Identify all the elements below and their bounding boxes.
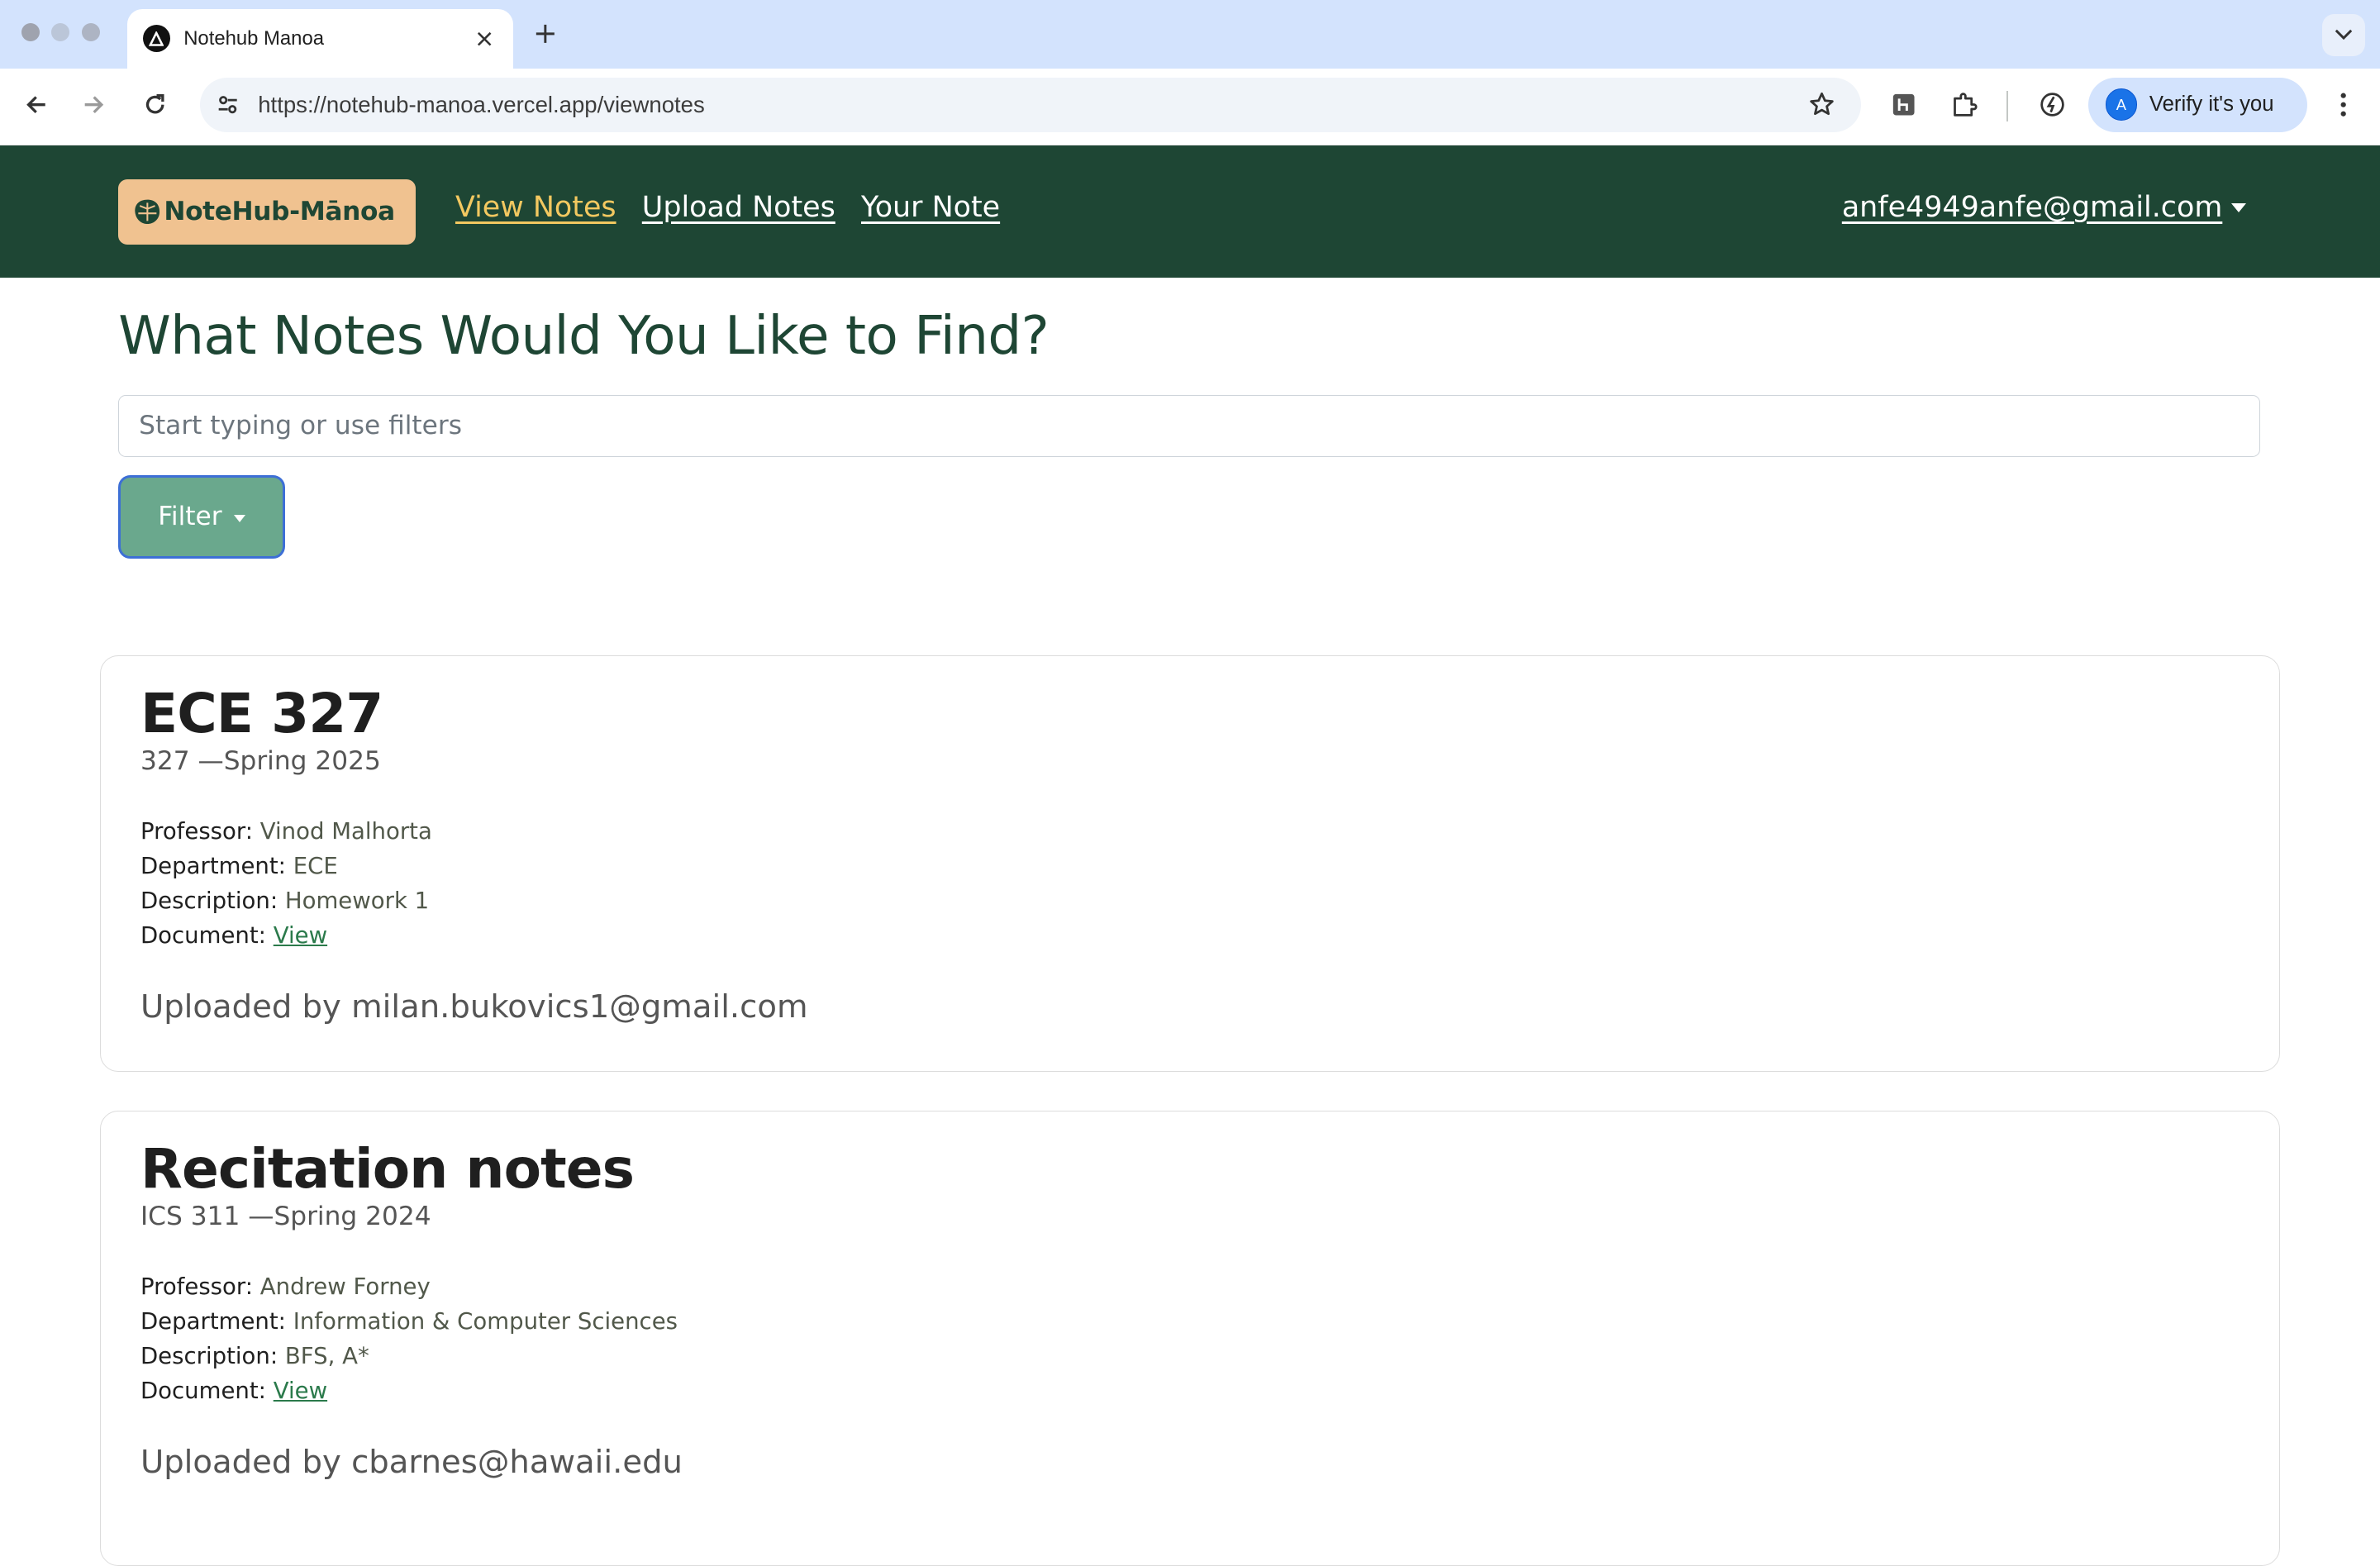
filter-dropdown-button[interactable]: Filter	[118, 474, 286, 559]
uploaded-by: Uploaded by milan.bukovics1@gmail.com	[140, 988, 808, 1026]
tab-search-icon[interactable]	[2322, 13, 2365, 56]
reload-icon[interactable]	[134, 83, 176, 126]
forward-icon[interactable]	[73, 83, 115, 126]
description-value: Homework 1	[284, 888, 430, 915]
browser-toolbar: https://notehub-manoa.vercel.app/viewnot…	[0, 68, 2380, 146]
page-title: What Notes Would You Like to Find?	[118, 305, 1050, 368]
field-label: Department:	[140, 1307, 286, 1335]
caret-down-icon	[234, 514, 246, 522]
note-subtitle: 327 —Spring 2025	[140, 745, 381, 776]
department-row: Department: Information & Computer Scien…	[140, 1304, 2240, 1339]
note-subtitle: ICS 311 —Spring 2024	[140, 1201, 431, 1231]
performance-icon[interactable]	[2031, 83, 2073, 126]
main-nav: View Notes Upload Notes Your Note	[455, 191, 1000, 224]
star-icon[interactable]	[1800, 83, 1842, 126]
field-label: Description:	[140, 888, 278, 915]
nav-link-your-note[interactable]: Your Note	[861, 191, 1000, 224]
document-view-link[interactable]: View	[274, 1378, 327, 1404]
close-icon[interactable]	[468, 22, 501, 55]
address-bar[interactable]: https://notehub-manoa.vercel.app/viewnot…	[200, 77, 1861, 132]
professor-value: Vinod Malhorta	[259, 817, 432, 845]
field-label: Department:	[140, 852, 286, 879]
document-view-link[interactable]: View	[274, 922, 327, 949]
extension-h-icon[interactable]	[1883, 83, 1925, 126]
site-navbar: NoteHub-Mānoa View Notes Upload Notes Yo…	[0, 145, 2380, 278]
tune-icon[interactable]	[207, 83, 249, 126]
document-row: Document: View	[140, 1373, 2240, 1408]
user-email: anfe4949anfe@gmail.com	[1841, 191, 2223, 225]
user-menu-toggle[interactable]: anfe4949anfe@gmail.com	[1842, 191, 2247, 224]
profile-verify-button[interactable]: A Verify it's you	[2088, 77, 2307, 132]
monstera-leaf-icon	[131, 195, 164, 228]
tab-title: Notehub Manoa	[183, 26, 324, 50]
filter-label: Filter	[158, 502, 222, 532]
puzzle-icon[interactable]	[1943, 83, 1985, 126]
professor-value: Andrew Forney	[259, 1273, 431, 1300]
department-row: Department: ECE	[140, 849, 2240, 883]
field-label: Document:	[140, 922, 266, 950]
professor-row: Professor: Andrew Forney	[140, 1269, 2240, 1304]
note-card: ECE 327 327 —Spring 2025 Professor: Vino…	[100, 655, 2280, 1072]
browser-tabstrip: Notehub Manoa	[0, 0, 2380, 69]
avatar: A	[2105, 88, 2138, 121]
nav-link-upload-notes[interactable]: Upload Notes	[642, 191, 835, 224]
field-label: Professor:	[140, 1273, 253, 1300]
search-input[interactable]	[118, 394, 2260, 457]
minimize-window-button[interactable]	[51, 22, 70, 41]
department-value: Information & Computer Sciences	[293, 1307, 678, 1335]
brand-logo[interactable]: NoteHub-Mānoa	[118, 178, 416, 245]
uploaded-by: Uploaded by cbarnes@hawaii.edu	[140, 1443, 683, 1481]
nav-link-view-notes[interactable]: View Notes	[455, 191, 616, 224]
close-window-button[interactable]	[21, 22, 40, 41]
note-fields: Professor: Vinod Malhorta Department: EC…	[140, 814, 2240, 954]
field-label: Professor:	[140, 817, 253, 845]
note-title: ECE 327	[140, 682, 383, 746]
note-title: Recitation notes	[140, 1137, 635, 1202]
triangle-favicon-icon	[142, 25, 170, 53]
window-controls[interactable]	[21, 22, 101, 41]
browser-tab-active[interactable]: Notehub Manoa	[127, 9, 513, 69]
caret-down-icon	[2231, 202, 2247, 212]
url-text[interactable]: https://notehub-manoa.vercel.app/viewnot…	[258, 92, 1800, 118]
field-label: Document:	[140, 1378, 266, 1405]
verify-label: Verify it's you	[2149, 93, 2274, 117]
toolbar-divider	[2006, 91, 2008, 121]
new-tab-icon[interactable]	[528, 17, 561, 50]
document-row: Document: View	[140, 918, 2240, 953]
description-row: Description: BFS, A*	[140, 1339, 2240, 1373]
note-fields: Professor: Andrew Forney Department: Inf…	[140, 1269, 2240, 1409]
description-row: Description: Homework 1	[140, 883, 2240, 918]
brand-name: NoteHub-Mānoa	[164, 197, 395, 227]
back-icon[interactable]	[15, 83, 57, 126]
note-card: Recitation notes ICS 311 —Spring 2024 Pr…	[100, 1111, 2280, 1566]
maximize-window-button[interactable]	[82, 22, 101, 41]
kebab-menu-icon[interactable]	[2322, 83, 2364, 126]
description-value: BFS, A*	[284, 1343, 369, 1370]
professor-row: Professor: Vinod Malhorta	[140, 814, 2240, 849]
department-value: ECE	[293, 852, 338, 879]
field-label: Description:	[140, 1343, 278, 1370]
